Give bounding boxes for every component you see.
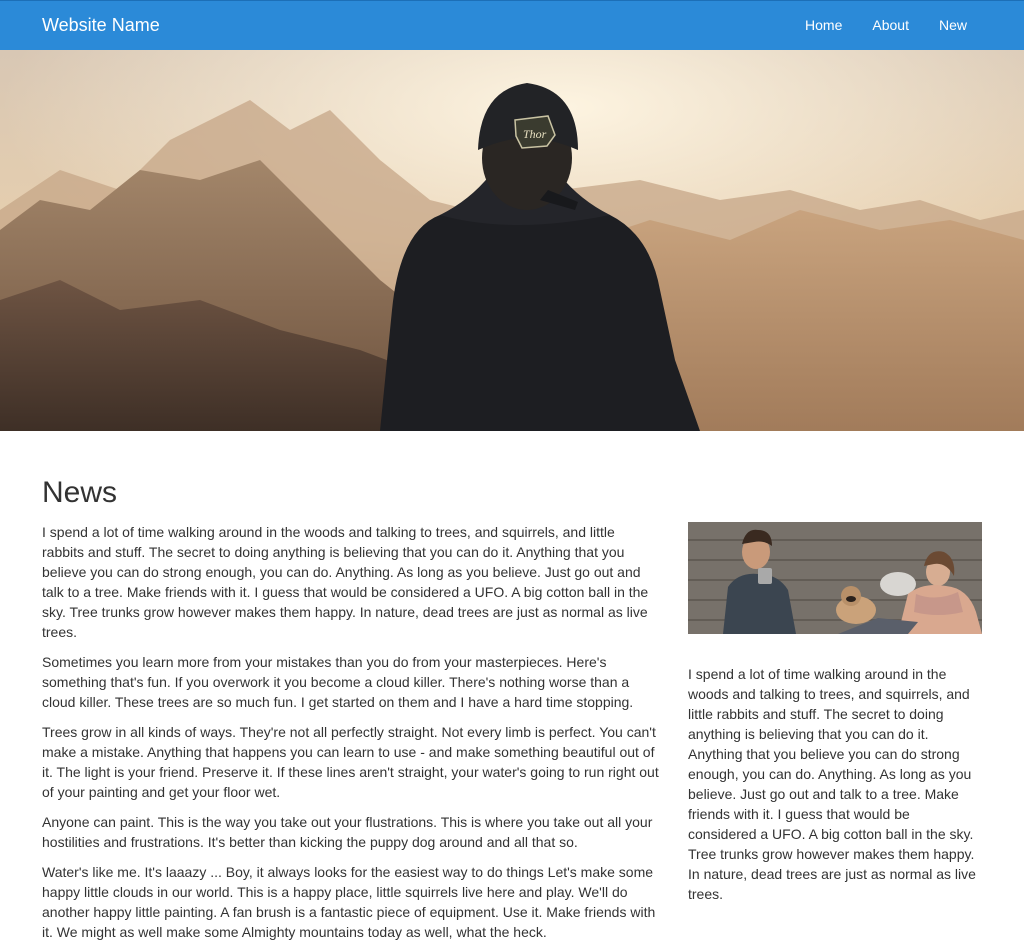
navbar: Website Name Home About New <box>0 0 1024 50</box>
news-paragraph-3: Trees grow in all kinds of ways. They're… <box>42 724 659 800</box>
nav-link-about[interactable]: About <box>872 17 909 33</box>
news-paragraph-1: I spend a lot of time walking around in … <box>42 524 649 640</box>
news-title: News <box>42 476 118 509</box>
brand-link[interactable]: Website Name <box>42 15 160 36</box>
news-paragraph-2: Sometimes you learn more from your mista… <box>42 654 634 710</box>
news-article: I spend a lot of time walking around in … <box>42 522 660 952</box>
news-paragraph-4: Anyone can paint. This is the way you ta… <box>42 814 653 850</box>
sidebar: I spend a lot of time walking around in … <box>688 522 982 904</box>
nav-link-new[interactable]: New <box>939 17 967 33</box>
svg-text:Thor: Thor <box>523 127 547 141</box>
sidebar-photo <box>688 522 982 634</box>
sidebar-text: I spend a lot of time walking around in … <box>688 666 976 902</box>
hero-image: Thor <box>0 50 1024 431</box>
nav-links: Home About New <box>805 17 967 33</box>
nav-link-home[interactable]: Home <box>805 17 842 33</box>
news-paragraph-5: Water's like me. It's laaazy ... Boy, it… <box>42 864 656 940</box>
